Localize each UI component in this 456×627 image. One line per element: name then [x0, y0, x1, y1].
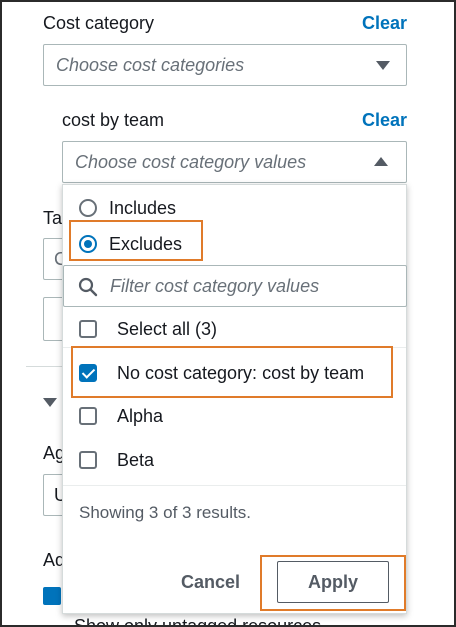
untagged-resources-partial: Show only untagged resources — [74, 616, 322, 627]
results-separator — [63, 485, 406, 486]
filter-input[interactable]: Filter cost category values — [63, 265, 407, 307]
option-beta[interactable]: Beta — [79, 448, 154, 472]
search-icon — [78, 277, 98, 297]
radio-includes-label: Includes — [109, 197, 177, 218]
option-alpha[interactable]: Alpha — [79, 404, 163, 428]
results-count: Showing 3 of 3 results. — [79, 503, 251, 522]
option-no-cost-category[interactable]: No cost category: cost by team — [79, 361, 364, 385]
radio-excludes-label: Excludes — [109, 233, 183, 254]
alpha-checkbox[interactable] — [79, 407, 97, 425]
no-cost-category-checkbox[interactable] — [79, 364, 97, 382]
cost-category-clear-link[interactable]: Clear — [362, 13, 407, 34]
radio-includes-control[interactable] — [79, 199, 97, 217]
cost-category-label: Cost category — [43, 13, 155, 33]
caret-down-icon — [376, 61, 390, 70]
cancel-button[interactable]: Cancel — [181, 572, 240, 593]
screenshot-frame: Cost category Clear Choose cost categori… — [0, 0, 456, 627]
cost-category-values-dropdown: Includes Excludes Filter cost category v… — [62, 184, 407, 614]
apply-button[interactable]: Apply — [277, 561, 389, 603]
filter-placeholder: Filter cost category values — [110, 276, 320, 296]
cost-category-placeholder: Choose cost categories — [56, 55, 245, 75]
caret-up-icon — [374, 157, 388, 166]
cost-by-team-select[interactable]: Choose cost category values — [62, 141, 407, 183]
radio-includes[interactable]: Includes — [79, 195, 176, 221]
radio-excludes-control[interactable] — [79, 235, 97, 253]
cost-by-team-label: cost by team — [62, 110, 165, 130]
alpha-label: Alpha — [117, 405, 164, 426]
beta-checkbox[interactable] — [79, 451, 97, 469]
cost-by-team-placeholder: Choose cost category values — [75, 152, 307, 172]
select-all-checkbox[interactable] — [79, 320, 97, 338]
radio-excludes[interactable]: Excludes — [79, 231, 182, 257]
beta-label: Beta — [117, 449, 155, 470]
no-cost-category-label: No cost category: cost by team — [117, 362, 365, 383]
option-select-all[interactable]: Select all (3) — [79, 317, 217, 341]
expand-triangle-icon[interactable] — [43, 398, 57, 407]
cost-category-select[interactable]: Choose cost categories — [43, 44, 407, 86]
select-all-label: Select all (3) — [117, 318, 218, 339]
tags-label-partial: Ta — [43, 208, 63, 228]
cost-by-team-clear-link[interactable]: Clear — [362, 110, 407, 131]
advanced-checkbox-partial[interactable] — [43, 587, 61, 605]
